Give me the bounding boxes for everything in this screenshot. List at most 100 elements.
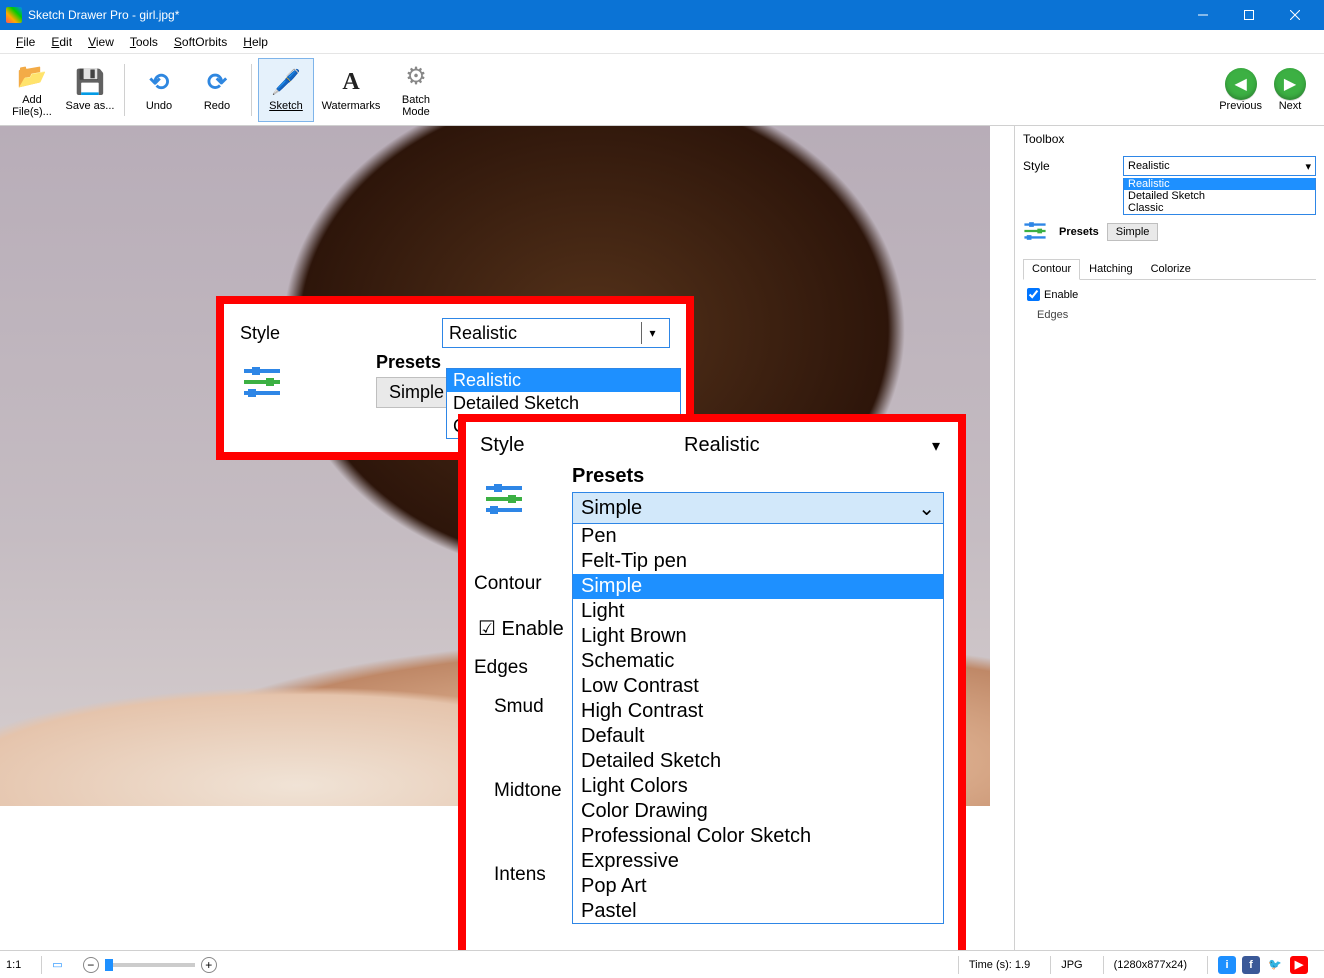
status-bar: 1:1 ▭ − + Time (s): 1.9 JPG (1280x877x24… bbox=[0, 950, 1324, 978]
style-option[interactable]: Detailed Sketch bbox=[1124, 190, 1315, 202]
preset-option[interactable]: Pop Art bbox=[573, 874, 943, 899]
preset-option[interactable]: High Contrast bbox=[573, 699, 943, 724]
maximize-button[interactable] bbox=[1226, 0, 1272, 30]
edges-label: Edges bbox=[1037, 309, 1316, 321]
enable-checkbox[interactable]: Enable bbox=[1027, 288, 1312, 301]
save-icon: 💾 bbox=[74, 67, 106, 99]
style-label: Style bbox=[240, 323, 430, 344]
chevron-down-icon: ▾ bbox=[932, 436, 940, 456]
dims-cell: (1280x877x24) bbox=[1103, 956, 1197, 974]
batch-mode-button[interactable]: ⚙ Batch Mode bbox=[388, 58, 444, 122]
arrow-right-icon: ▶ bbox=[1274, 68, 1306, 100]
app-icon bbox=[6, 7, 22, 23]
social-links: i f 🐦 ▶ bbox=[1207, 956, 1318, 974]
preset-option[interactable]: Professional Color Sketch bbox=[573, 824, 943, 849]
chevron-down-icon: ▾ bbox=[1305, 160, 1311, 173]
preset-combo[interactable]: Simple ⌄ bbox=[572, 492, 944, 524]
youtube-icon[interactable]: ▶ bbox=[1290, 956, 1308, 974]
style-option[interactable]: Realistic bbox=[1124, 178, 1315, 190]
separator bbox=[251, 64, 252, 116]
style-combo-panel[interactable]: Realistic ▾ bbox=[1123, 156, 1316, 176]
style-label: Style bbox=[1023, 159, 1123, 173]
style-dropdown-panel[interactable]: Realistic Detailed Sketch Classic bbox=[1123, 178, 1316, 215]
info-icon[interactable]: i bbox=[1218, 956, 1236, 974]
style-option-detailed[interactable]: Detailed Sketch bbox=[447, 392, 680, 415]
toolbar: 📂 Add File(s)... 💾 Save as... ⟲ Undo ⟳ R… bbox=[0, 54, 1324, 126]
zoom-ratio: 1:1 bbox=[6, 956, 31, 974]
zoom-in-button[interactable]: + bbox=[201, 957, 217, 973]
facebook-icon[interactable]: f bbox=[1242, 956, 1260, 974]
watermarks-button[interactable]: A Watermarks bbox=[316, 58, 386, 122]
canvas-area[interactable]: Style Realistic ▾ Presets Simple bbox=[0, 126, 1014, 950]
redo-button[interactable]: ⟳ Redo bbox=[189, 58, 245, 122]
folder-plus-icon: 📂 bbox=[16, 61, 48, 93]
separator bbox=[124, 64, 125, 116]
preset-option[interactable]: Simple bbox=[573, 574, 943, 599]
previous-button[interactable]: ◀ Previous bbox=[1219, 68, 1262, 112]
style-combo[interactable]: Realistic ▾ bbox=[442, 318, 670, 348]
preset-option[interactable]: Low Contrast bbox=[573, 674, 943, 699]
preset-button-panel[interactable]: Simple bbox=[1107, 223, 1159, 241]
gear-icon: ⚙ bbox=[400, 61, 432, 93]
titlebar: Sketch Drawer Pro - girl.jpg* bbox=[0, 0, 1324, 30]
toolbox-panel: Toolbox Style Realistic ▾ Realistic Deta… bbox=[1014, 126, 1324, 950]
preset-option[interactable]: Detailed Sketch bbox=[573, 749, 943, 774]
next-button[interactable]: ▶ Next bbox=[1274, 68, 1306, 112]
style-label: Style bbox=[480, 434, 680, 457]
style-option-realistic[interactable]: Realistic bbox=[447, 369, 680, 392]
chevron-down-icon: ⌄ bbox=[918, 496, 935, 521]
style-option[interactable]: Classic bbox=[1124, 202, 1315, 214]
preset-option[interactable]: Pen bbox=[573, 524, 943, 549]
presets-label: Presets bbox=[572, 465, 944, 488]
presets-label: Presets bbox=[1059, 226, 1099, 238]
time-cell: Time (s): 1.9 bbox=[958, 956, 1040, 974]
undo-button[interactable]: ⟲ Undo bbox=[131, 58, 187, 122]
preset-option[interactable]: Light bbox=[573, 599, 943, 624]
redo-icon: ⟳ bbox=[201, 67, 233, 99]
menu-file[interactable]: File bbox=[8, 33, 43, 51]
preset-dropdown[interactable]: PenFelt-Tip penSimpleLightLight BrownSch… bbox=[572, 524, 944, 924]
presets-callout: Style Realistic ▾ Presets Simple ⌄ PenFe… bbox=[458, 414, 966, 950]
chevron-down-icon: ▾ bbox=[641, 322, 663, 344]
menu-tools[interactable]: Tools bbox=[122, 33, 166, 51]
tab-contour[interactable]: Contour bbox=[1023, 259, 1080, 280]
sketch-icon: 🖊️ bbox=[270, 67, 302, 99]
preset-button[interactable]: Simple bbox=[376, 377, 457, 408]
zoom-out-button[interactable]: − bbox=[83, 957, 99, 973]
close-button[interactable] bbox=[1272, 0, 1318, 30]
tab-colorize[interactable]: Colorize bbox=[1142, 259, 1200, 279]
menu-edit[interactable]: Edit bbox=[43, 33, 80, 51]
arrow-left-icon: ◀ bbox=[1225, 68, 1257, 100]
sliders-icon bbox=[1023, 221, 1049, 243]
menu-help[interactable]: Help bbox=[235, 33, 276, 51]
preset-option[interactable]: Light Colors bbox=[573, 774, 943, 799]
preset-option[interactable]: Light Brown bbox=[573, 624, 943, 649]
sliders-icon bbox=[484, 482, 528, 522]
save-as-button[interactable]: 💾 Save as... bbox=[62, 58, 118, 122]
watermark-icon: A bbox=[335, 67, 367, 99]
tab-contour[interactable]: Contour bbox=[474, 568, 542, 600]
fit-screen-icon[interactable]: ▭ bbox=[41, 956, 72, 974]
zoom-slider[interactable] bbox=[105, 963, 195, 967]
undo-icon: ⟲ bbox=[143, 67, 175, 99]
style-combo-2[interactable]: Realistic ▾ bbox=[680, 432, 944, 459]
tab-hatching[interactable]: Hatching bbox=[1080, 259, 1141, 279]
panel-tabs: Contour Hatching Colorize bbox=[1023, 259, 1316, 280]
preset-option[interactable]: Felt-Tip pen bbox=[573, 549, 943, 574]
preset-option[interactable]: Pastel bbox=[573, 899, 943, 924]
enable-input[interactable] bbox=[1027, 288, 1040, 301]
format-cell: JPG bbox=[1050, 956, 1092, 974]
minimize-button[interactable] bbox=[1180, 0, 1226, 30]
preset-option[interactable]: Default bbox=[573, 724, 943, 749]
menu-view[interactable]: View bbox=[80, 33, 122, 51]
menu-softorbits[interactable]: SoftOrbits bbox=[166, 33, 235, 51]
add-files-button[interactable]: 📂 Add File(s)... bbox=[4, 58, 60, 122]
panel-title: Toolbox bbox=[1023, 132, 1316, 146]
preset-option[interactable]: Color Drawing bbox=[573, 799, 943, 824]
sliders-icon bbox=[240, 362, 284, 402]
window-title: Sketch Drawer Pro - girl.jpg* bbox=[28, 8, 179, 22]
sketch-button[interactable]: 🖊️ Sketch bbox=[258, 58, 314, 122]
preset-option[interactable]: Expressive bbox=[573, 849, 943, 874]
twitter-icon[interactable]: 🐦 bbox=[1266, 956, 1284, 974]
preset-option[interactable]: Schematic bbox=[573, 649, 943, 674]
